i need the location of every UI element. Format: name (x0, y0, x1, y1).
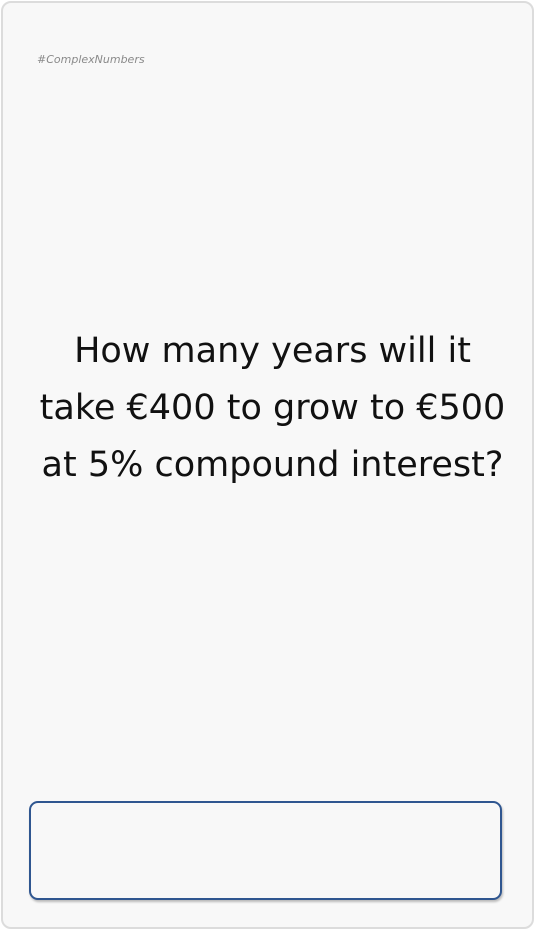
question-line: How many years will it (74, 331, 471, 371)
answer-input[interactable] (31, 803, 500, 898)
answer-field-container[interactable] (29, 801, 502, 900)
flashcard: #ComplexNumbers How many years will it t… (1, 1, 534, 929)
question-line: take €400 to grow to €500 (39, 388, 506, 428)
question-text: How many years will it take €400 to grow… (23, 323, 522, 494)
question-line: at 5% compound interest? (41, 445, 504, 485)
topic-tag: #ComplexNumbers (37, 53, 145, 66)
